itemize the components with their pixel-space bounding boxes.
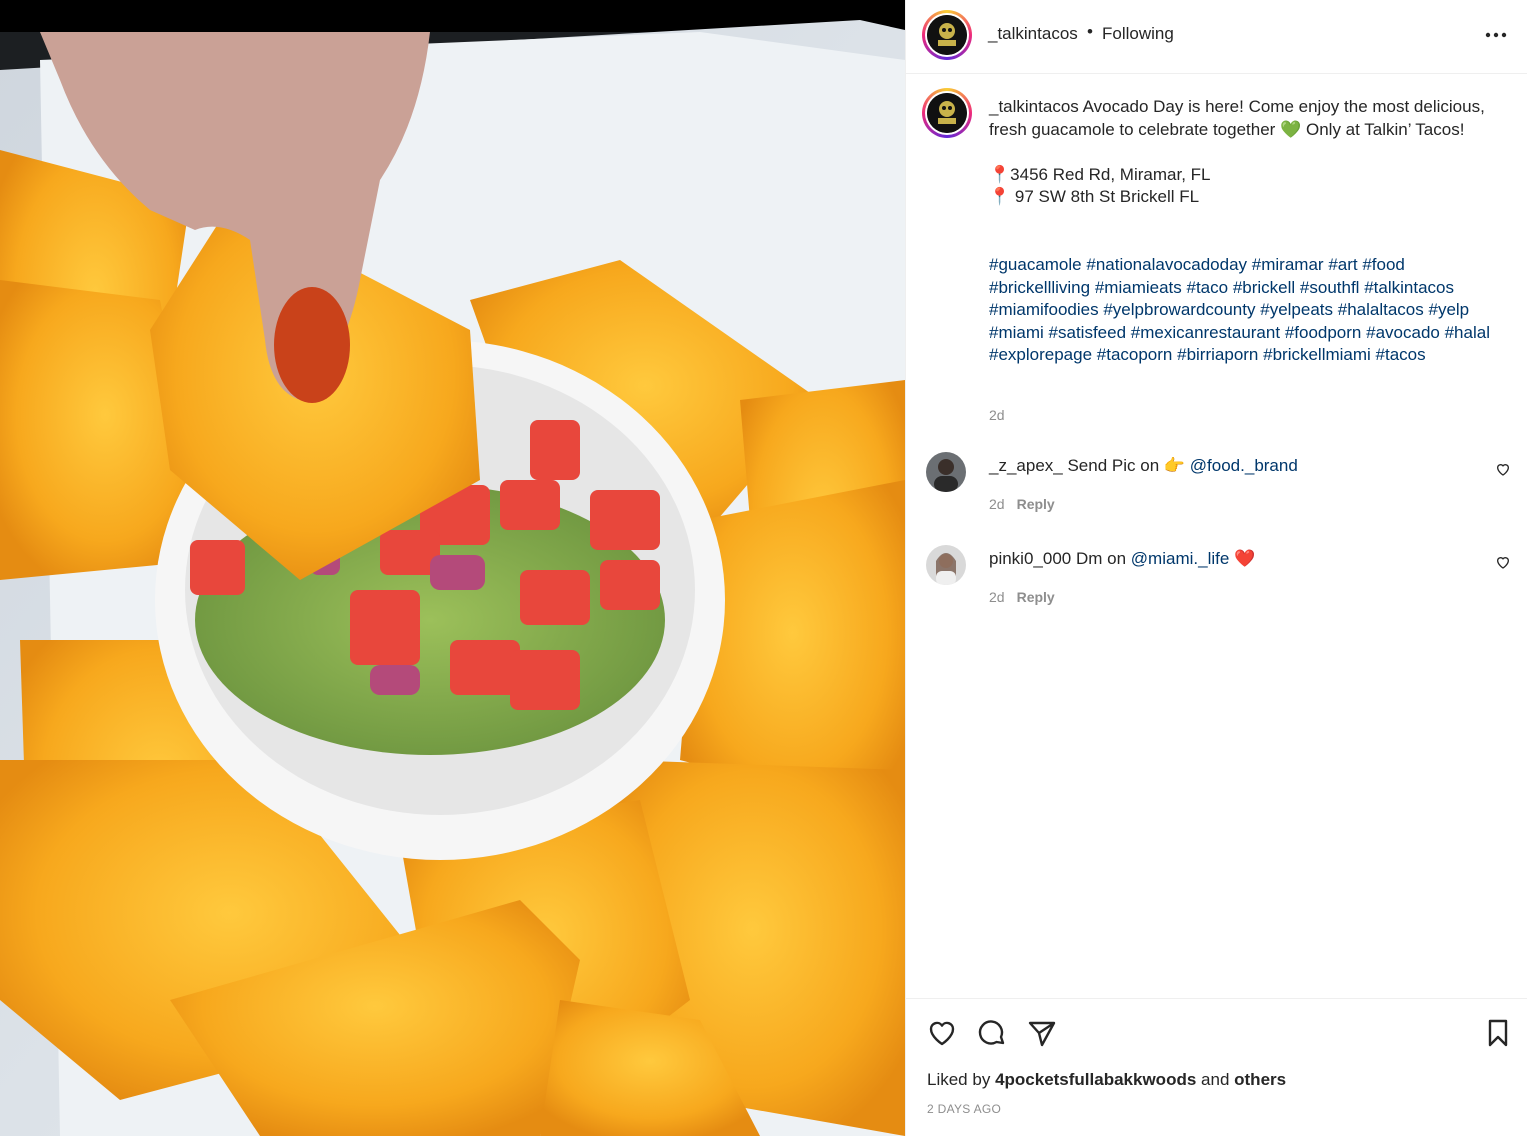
comment-username[interactable]: _z_apex_ — [989, 456, 1063, 475]
caption-username[interactable]: _talkintacos — [989, 97, 1079, 116]
green-heart-emoji: 💚 — [1280, 119, 1302, 139]
pointing-emoji: 👉 — [1163, 456, 1186, 475]
hashtag-link[interactable]: #mexicanrestaurant — [1131, 323, 1280, 342]
account-avatar[interactable] — [922, 10, 972, 60]
account-username[interactable]: _talkintacos — [988, 24, 1078, 44]
comment-icon[interactable] — [976, 1017, 1008, 1049]
others-link[interactable]: others — [1234, 1070, 1286, 1089]
comment: _z_apex_ Send Pic on 👉 @food._brand 2d Re… — [906, 452, 1527, 522]
hashtag-link[interactable]: #brickellmiami — [1263, 345, 1371, 364]
hashtag-link[interactable]: #yelp — [1429, 300, 1470, 319]
bookmark-icon[interactable] — [1482, 1017, 1514, 1049]
post-header: _talkintacos • Following — [906, 0, 1527, 74]
hashtag-link[interactable]: #halal — [1445, 323, 1490, 342]
hashtag-link[interactable]: #miamieats — [1095, 278, 1182, 297]
comment-text: Send Pic on — [1067, 456, 1160, 475]
comment-body: pinki0_000 Dm on @miami._life ❤️ — [989, 549, 1255, 569]
post-date[interactable]: 2 DAYS AGO — [927, 1102, 1001, 1116]
caption-time[interactable]: 2d — [989, 407, 1005, 423]
hashtag-link[interactable]: #art — [1328, 255, 1357, 274]
hashtag-link[interactable]: #yelpeats — [1260, 300, 1333, 319]
caption-body-end: Only at Talkin’ Tacos! — [1305, 119, 1465, 139]
hashtag-link[interactable]: #taco — [1187, 278, 1229, 297]
comment-time[interactable]: 2d — [989, 589, 1005, 605]
comment-text: Dm on — [1075, 549, 1127, 568]
comment-body: _z_apex_ Send Pic on 👉 @food._brand — [989, 456, 1298, 476]
comment-time[interactable]: 2d — [989, 496, 1005, 512]
hashtag-link[interactable]: #yelpbrowardcounty — [1103, 300, 1255, 319]
more-icon[interactable] — [1482, 24, 1510, 46]
likes-summary: Liked by 4pocketsfullabakkwoods and othe… — [927, 1070, 1286, 1090]
caption-text: _talkintacos Avocado Day is here! Come e… — [989, 96, 1499, 209]
heart-icon[interactable] — [926, 1017, 958, 1049]
hashtag-link[interactable]: #explorepage — [989, 345, 1092, 364]
comment-mention[interactable]: @food._brand — [1190, 456, 1298, 475]
post-photo[interactable] — [0, 0, 905, 1136]
talkin-tacos-logo — [927, 15, 967, 55]
hashtag-link[interactable]: #foodporn — [1285, 323, 1362, 342]
comment-heart-icon[interactable] — [1495, 554, 1511, 570]
hashtag-link[interactable]: #miamifoodies — [989, 300, 1099, 319]
hashtag-link[interactable]: #birriaporn — [1177, 345, 1258, 364]
separator-dot: • — [1087, 22, 1093, 41]
hashtag-link[interactable]: #satisfeed — [1049, 323, 1127, 342]
post-details-panel: _talkintacos • Following _talkintacos Av… — [905, 0, 1527, 1136]
hashtag-link[interactable]: #guacamole — [989, 255, 1082, 274]
red-heart-emoji: ❤️ — [1234, 549, 1256, 568]
address-2: 97 SW 8th St Brickell FL — [1010, 187, 1200, 207]
comment: pinki0_000 Dm on @miami._life ❤️ 2d Reply — [906, 545, 1527, 615]
pin-emoji: 📍 — [989, 187, 1011, 207]
hashtag-link[interactable]: #food — [1362, 255, 1405, 274]
hashtag-link[interactable]: #brickell — [1233, 278, 1295, 297]
skull-logo-icon — [927, 93, 967, 133]
post-actions: Liked by 4pocketsfullabakkwoods and othe… — [906, 998, 1527, 1136]
paper-plane-icon[interactable] — [1026, 1017, 1058, 1049]
skull-logo-icon — [927, 15, 967, 55]
following-button[interactable]: Following — [1102, 24, 1174, 44]
caption-avatar[interactable] — [922, 88, 972, 138]
hashtag-link[interactable]: #brickellliving — [989, 278, 1090, 297]
and-label: and — [1201, 1070, 1230, 1089]
reply-button[interactable]: Reply — [1017, 589, 1055, 605]
comment-heart-icon[interactable] — [1495, 461, 1511, 477]
hashtag-link[interactable]: #miramar — [1252, 255, 1324, 274]
hashtag-link[interactable]: #tacos — [1376, 345, 1426, 364]
liked-by-user[interactable]: 4pocketsfullabakkwoods — [995, 1070, 1196, 1089]
address-1: 3456 Red Rd, Miramar, FL — [1010, 164, 1211, 184]
comment-mention[interactable]: @miami._life — [1131, 549, 1230, 568]
comment-username[interactable]: pinki0_000 — [989, 549, 1071, 568]
hashtag-link[interactable]: #avocado — [1366, 323, 1440, 342]
reply-button[interactable]: Reply — [1017, 496, 1055, 512]
photo-illustration — [0, 0, 905, 1136]
commenter-avatar[interactable] — [926, 545, 966, 585]
comment-meta: 2d Reply — [989, 589, 1055, 605]
hashtag-link[interactable]: #southfl — [1300, 278, 1360, 297]
comment-meta: 2d Reply — [989, 496, 1055, 512]
pin-emoji: 📍 — [989, 164, 1011, 184]
hashtag-link[interactable]: #nationalavocadoday — [1086, 255, 1247, 274]
hashtag-list: #guacamole #nationalavocadoday #miramar … — [989, 254, 1499, 367]
hashtag-link[interactable]: #tacoporn — [1097, 345, 1173, 364]
hashtag-link[interactable]: #halaltacos — [1338, 300, 1424, 319]
hashtag-link[interactable]: #miami — [989, 323, 1044, 342]
post-viewer: _talkintacos • Following _talkintacos Av… — [0, 0, 1527, 1136]
hashtag-link[interactable]: #talkintacos — [1364, 278, 1454, 297]
commenter-avatar[interactable] — [926, 452, 966, 492]
liked-by-label: Liked by — [927, 1070, 991, 1089]
